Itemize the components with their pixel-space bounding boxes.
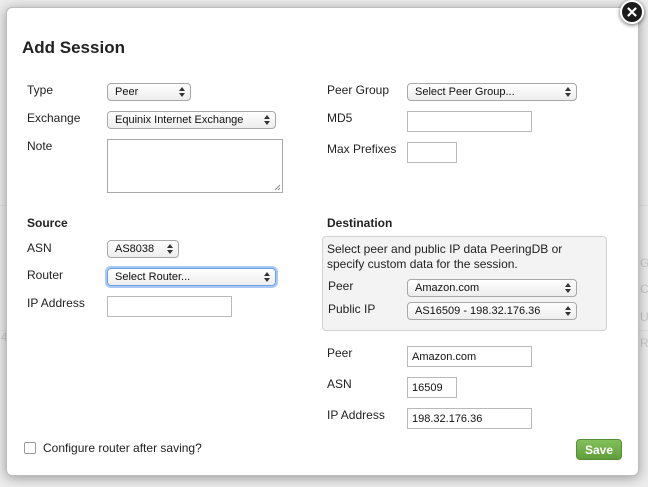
close-button[interactable] <box>620 0 644 24</box>
source-ip-label: IP Address <box>27 296 85 310</box>
dialog-title: Add Session <box>22 38 125 57</box>
router-label: Router <box>27 268 64 282</box>
lookup-peer-select[interactable]: Amazon.com <box>407 279 577 297</box>
type-select[interactable]: Peer <box>107 83 191 101</box>
chevron-updown-icon <box>179 86 185 98</box>
public-ip-label: Public IP <box>328 302 376 316</box>
note-label: Note <box>27 139 53 153</box>
source-ip-input[interactable] <box>107 296 232 317</box>
destination-help-text: Select peer and public IP data PeeringDB… <box>327 242 563 271</box>
source-heading: Source <box>27 216 68 230</box>
resize-grip-icon[interactable] <box>274 184 281 191</box>
dest-asn-label: ASN <box>327 377 352 391</box>
destination-heading: Destination <box>327 216 393 230</box>
peer-group-select[interactable]: Select Peer Group... <box>407 83 577 101</box>
lookup-peer-label: Peer <box>328 279 354 293</box>
max-prefixes-label: Max Prefixes <box>327 142 397 156</box>
dest-peer-label: Peer <box>327 346 353 360</box>
peer-group-label: Peer Group <box>327 83 390 97</box>
peer-group-select-value: Select Peer Group... <box>415 86 515 98</box>
type-select-value: Peer <box>115 86 139 98</box>
source-asn-select[interactable]: AS8038 <box>107 240 179 258</box>
source-asn-label: ASN <box>27 241 52 255</box>
public-ip-select-value: AS16509 - 198.32.176.36 <box>415 305 541 317</box>
exchange-select-value: Equinix Internet Exchange <box>115 114 244 126</box>
dest-peer-input[interactable]: Amazon.com <box>407 346 532 367</box>
close-icon <box>627 7 637 17</box>
lookup-peer-select-value: Amazon.com <box>415 282 480 294</box>
backdrop-glyph: R <box>640 336 648 350</box>
backdrop-glyph: C <box>640 282 648 296</box>
router-select[interactable]: Select Router... <box>107 268 276 286</box>
max-prefixes-input[interactable] <box>407 142 457 163</box>
chevron-updown-icon <box>565 305 571 317</box>
chevron-updown-icon <box>264 271 270 283</box>
chevron-updown-icon <box>565 86 571 98</box>
md5-input[interactable] <box>407 111 532 132</box>
exchange-label: Exchange <box>27 111 81 125</box>
type-label: Type <box>27 83 54 97</box>
backdrop-glyph: U <box>640 310 648 324</box>
dest-ip-label: IP Address <box>327 408 385 422</box>
public-ip-select[interactable]: AS16509 - 198.32.176.36 <box>407 302 577 320</box>
md5-label: MD5 <box>327 111 353 125</box>
router-select-value: Select Router... <box>115 271 191 283</box>
dest-asn-input[interactable]: 16509 <box>407 377 457 398</box>
exchange-select[interactable]: Equinix Internet Exchange <box>107 111 276 129</box>
configure-router-label[interactable]: Configure router after saving? <box>43 441 202 455</box>
chevron-updown-icon <box>167 243 173 255</box>
chevron-updown-icon <box>264 114 270 126</box>
save-button[interactable]: Save <box>576 439 622 460</box>
note-textarea[interactable] <box>107 139 283 193</box>
dest-ip-input[interactable]: 198.32.176.36 <box>407 408 532 429</box>
configure-router-checkbox[interactable] <box>24 442 36 454</box>
backdrop-glyph: G <box>640 256 648 270</box>
chevron-updown-icon <box>565 282 571 294</box>
source-asn-select-value: AS8038 <box>115 243 155 255</box>
